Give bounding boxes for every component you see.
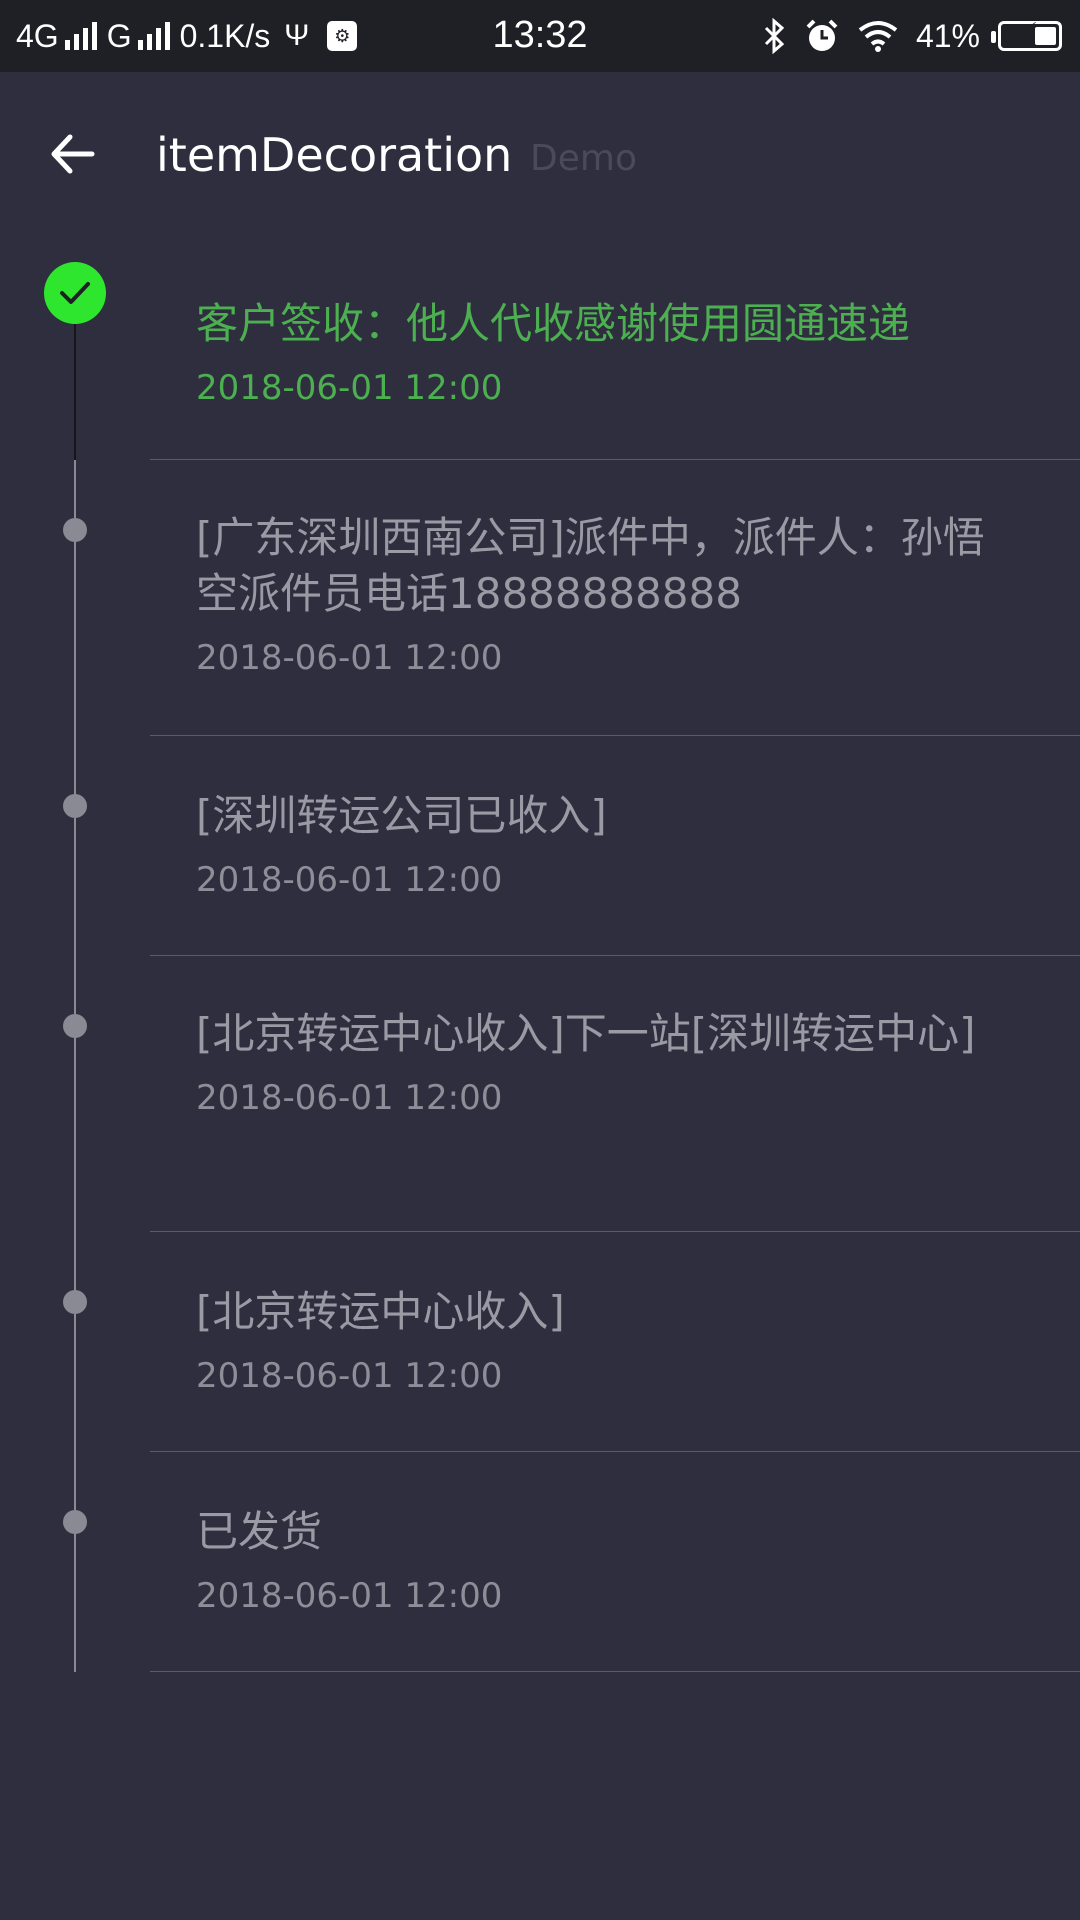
timeline-item-time: 2018-06-01 12:00 [196,638,503,678]
timeline-item-content: [北京转运中心收入] 2018-06-01 12:00 [196,1284,1020,1398]
timeline-item-title: [北京转运中心收入]下一站[深圳转运中心] [196,1009,976,1058]
network-type-4g: 4G [16,17,59,54]
timeline-item-title: 客户签收：他人代收感谢使用圆通速递 [196,299,911,348]
signal-icon [64,22,101,50]
timeline-item-content: 已发货 2018-06-01 12:00 [196,1504,1020,1618]
timeline-item-content: 客户签收：他人代收感谢使用圆通速递 2018-06-01 12:00 [196,296,1020,410]
timeline-item-time: 2018-06-01 12:00 [196,1356,503,1396]
divider [150,1671,1080,1672]
usb-debug-icon: ⚙ [327,21,358,51]
alarm-icon [806,19,838,51]
signal-icon [137,22,174,50]
usb-icon: Ψ [284,19,310,52]
wifi-icon [858,21,898,52]
timeline-dot [63,518,87,542]
status-bar: 4G G 0.1K/s Ψ ⚙ 13:32 41% ⚡ [0,0,1080,72]
timeline-item: [北京转运中心收入]下一站[深圳转运中心] 2018-06-01 12:00 [0,956,1080,1232]
timeline-line [74,1452,76,1672]
network-type-g: G [106,17,132,54]
timeline-item-title: 已发货 [196,1507,323,1556]
timeline-item-title: [深圳转运公司已收入] [196,791,607,840]
timeline-dot [63,1290,87,1314]
timeline-line [74,324,76,460]
status-left: 4G G 0.1K/s Ψ ⚙ [16,14,363,58]
timeline-item-title: [北京转运中心收入] [196,1287,565,1336]
timeline-item-content: [深圳转运公司已收入] 2018-06-01 12:00 [196,788,1020,902]
timeline-item-time: 2018-06-01 12:00 [196,860,503,900]
timeline-item-content: [北京转运中心收入]下一站[深圳转运中心] 2018-06-01 12:00 [196,1006,1020,1120]
battery-percent: 41% [915,17,980,54]
timeline-item-title: [广东深圳西南公司]派件中，派件人：孙悟空派件员电话18888888888 [196,513,985,618]
timeline-dot [63,1014,87,1038]
arrow-left-icon [51,134,95,174]
timeline-dot [63,1510,87,1534]
timeline-item-time: 2018-06-01 12:00 [196,1576,503,1616]
timeline-item: [北京转运中心收入] 2018-06-01 12:00 [0,1232,1080,1452]
timeline-item-time: 2018-06-01 12:00 [196,1078,503,1118]
timeline-item: [深圳转运公司已收入] 2018-06-01 12:00 [0,736,1080,956]
timeline-item: [广东深圳西南公司]派件中，派件人：孙悟空派件员电话18888888888 201… [0,460,1080,736]
timeline-list: 客户签收：他人代收感谢使用圆通速递 2018-06-01 12:00 [广东深圳西南… [0,262,1080,1672]
check-icon [44,262,106,324]
network-speed: 0.1K/s [179,17,271,54]
page-title: itemDecoration [156,128,513,182]
timeline-item-time: 2018-06-01 12:00 [196,368,503,408]
timeline-line [74,956,76,1232]
status-right: 41% ⚡ [744,14,1062,58]
timeline-dot [63,794,87,818]
toolbar: itemDecoration Demo [0,72,1080,248]
timeline-item-content: [广东深圳西南公司]派件中，派件人：孙悟空派件员电话18888888888 201… [196,510,1020,680]
timeline-line [74,1232,76,1452]
timeline-item: 客户签收：他人代收感谢使用圆通速递 2018-06-01 12:00 [0,262,1080,460]
timeline-line [74,460,76,736]
page-subtitle: Demo [530,138,637,179]
timeline-line [74,736,76,956]
back-button[interactable] [44,124,104,184]
battery-icon: ⚡ [991,18,1062,51]
bluetooth-icon [764,18,785,54]
timeline-item: 已发货 2018-06-01 12:00 [0,1452,1080,1672]
